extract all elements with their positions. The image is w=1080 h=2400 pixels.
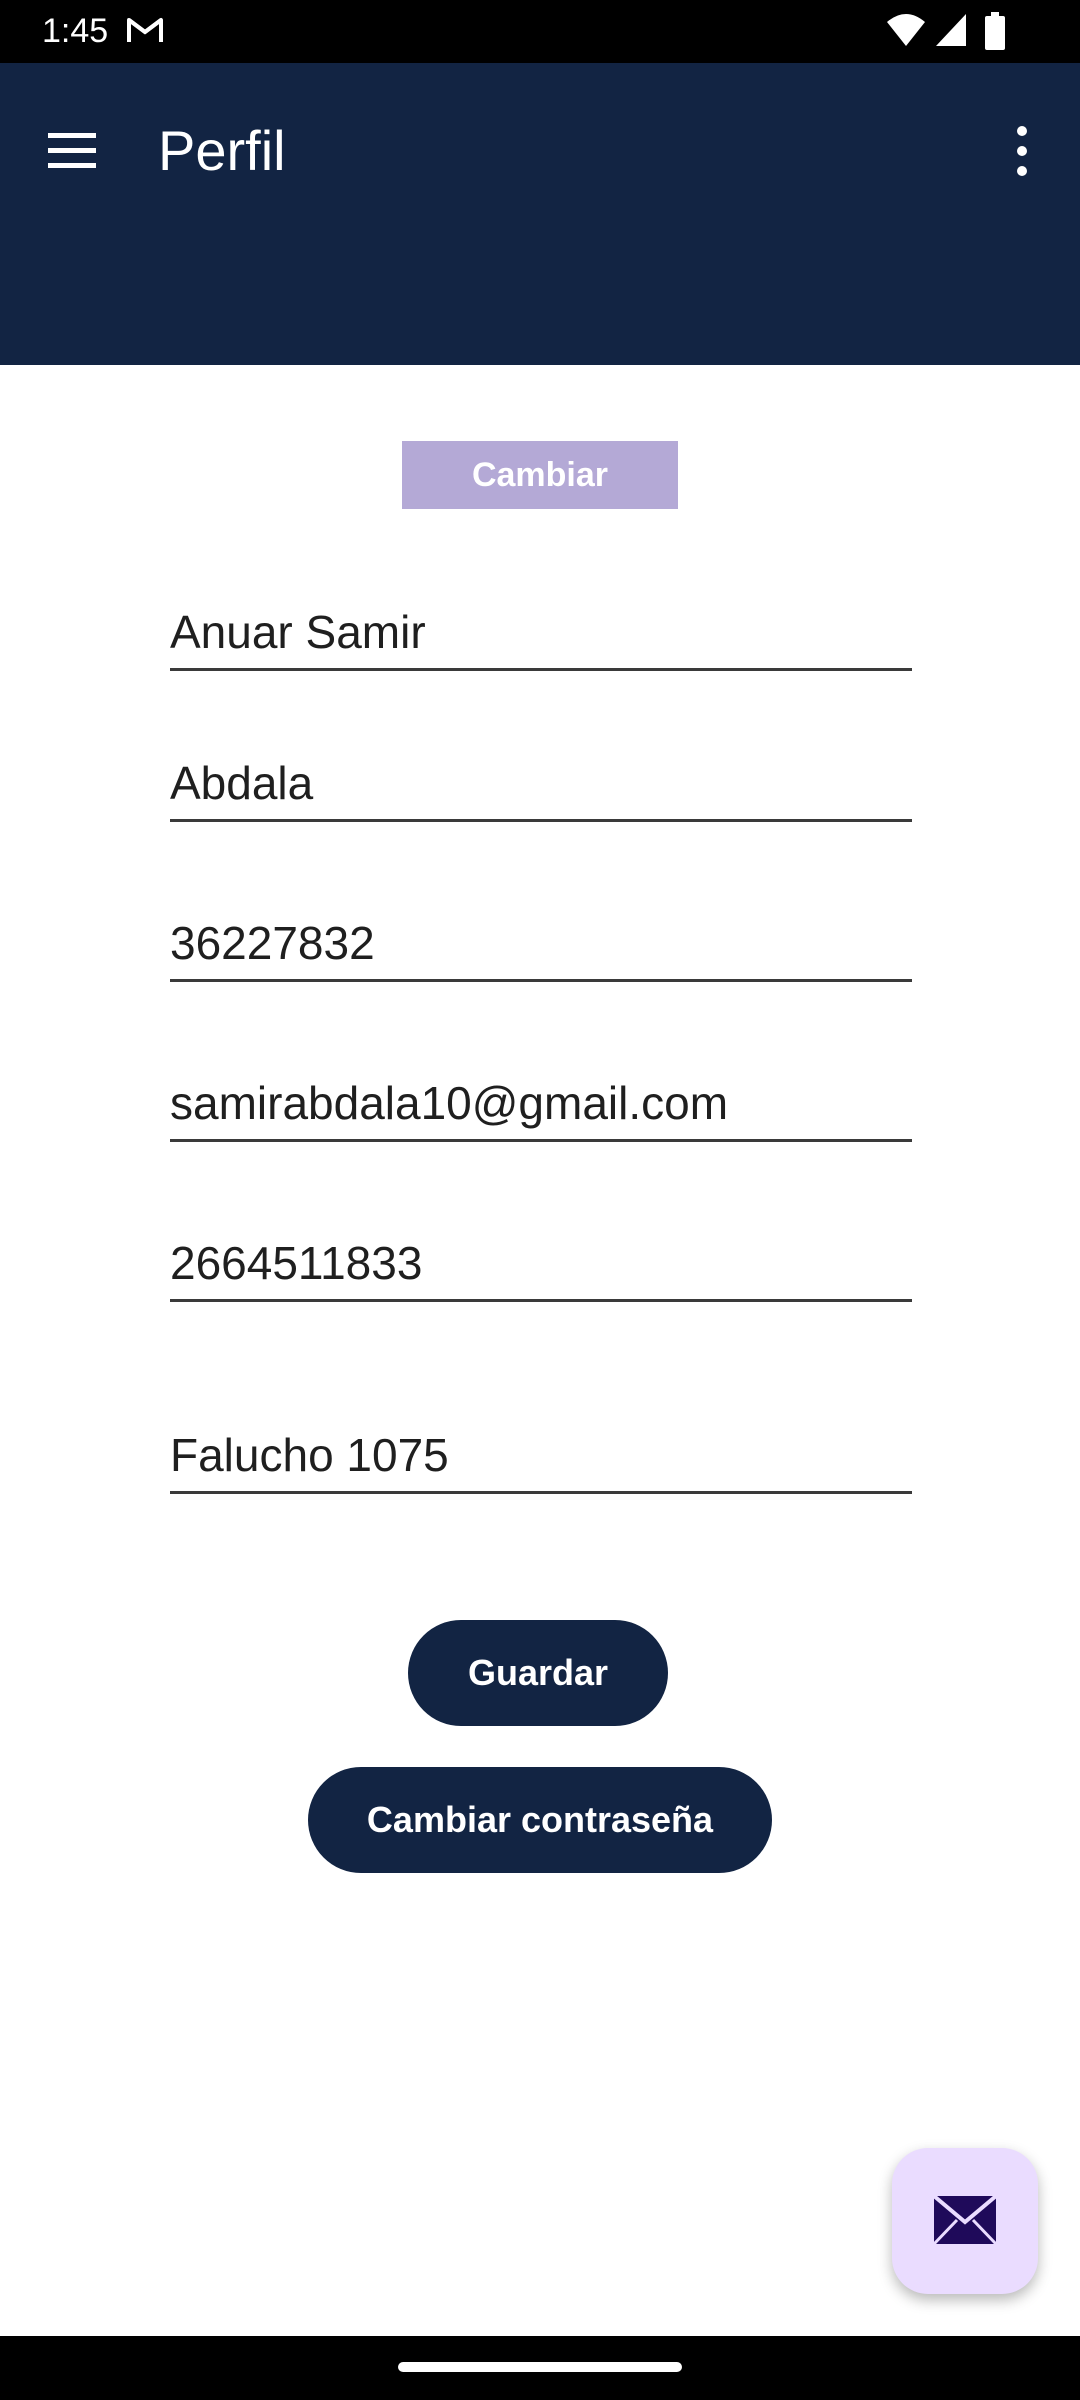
app-bar: Perfil bbox=[0, 63, 1080, 365]
save-button[interactable]: Guardar bbox=[408, 1620, 668, 1726]
hamburger-menu-icon[interactable] bbox=[44, 123, 100, 179]
address-field[interactable]: Falucho 1075 bbox=[170, 1424, 912, 1494]
profile-screen: 1:45 Perfil Cambiar Anuar Samir Abdala 3… bbox=[0, 0, 1080, 2400]
status-bar: 1:45 bbox=[0, 0, 1080, 63]
mail-fab-button[interactable] bbox=[892, 2148, 1038, 2294]
dni-field[interactable]: 36227832 bbox=[170, 912, 912, 982]
battery-icon bbox=[985, 12, 1005, 50]
mail-icon bbox=[932, 2194, 998, 2246]
first-name-field[interactable]: Anuar Samir bbox=[170, 601, 912, 671]
address-value: Falucho 1075 bbox=[170, 1429, 449, 1481]
more-vertical-icon[interactable] bbox=[1000, 123, 1044, 179]
home-gesture-handle[interactable] bbox=[398, 2362, 682, 2372]
email-value: samirabdala10@gmail.com bbox=[170, 1077, 729, 1129]
phone-value: 2664511833 bbox=[170, 1237, 423, 1289]
change-photo-button[interactable]: Cambiar bbox=[402, 441, 678, 509]
gmail-icon bbox=[127, 18, 163, 42]
dni-value: 36227832 bbox=[170, 917, 375, 969]
phone-field[interactable]: 2664511833 bbox=[170, 1232, 912, 1302]
last-name-value: Abdala bbox=[170, 757, 314, 809]
first-name-value: Anuar Samir bbox=[170, 606, 426, 658]
change-password-button[interactable]: Cambiar contraseña bbox=[308, 1767, 772, 1873]
email-field[interactable]: samirabdala10@gmail.com bbox=[170, 1072, 912, 1142]
page-title: Perfil bbox=[158, 119, 286, 182]
status-time: 1:45 bbox=[42, 12, 109, 50]
navigation-bar bbox=[0, 2336, 1080, 2400]
last-name-field[interactable]: Abdala bbox=[170, 752, 912, 822]
signal-icon bbox=[936, 14, 966, 46]
wifi-icon bbox=[887, 14, 925, 46]
